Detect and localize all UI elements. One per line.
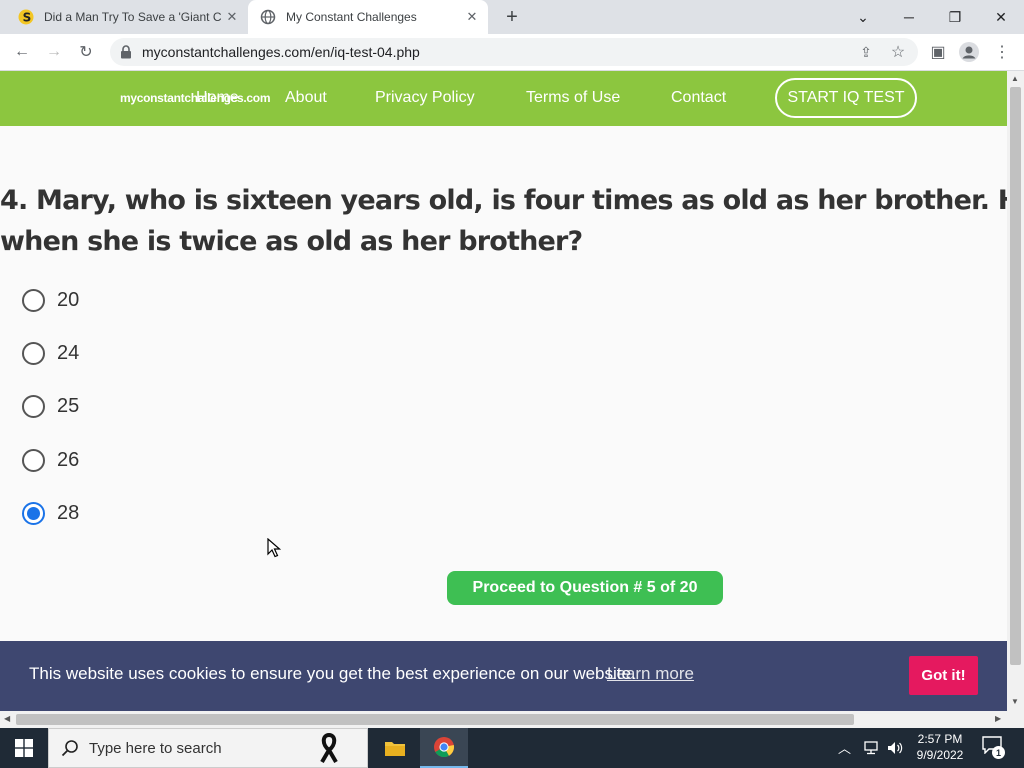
radio-button[interactable] (22, 288, 45, 312)
action-center-button[interactable]: 1 (982, 736, 1006, 760)
share-icon[interactable]: ⇪ (854, 40, 878, 64)
url-text[interactable]: myconstantchallenges.com/en/iq-test-04.p… (142, 44, 420, 60)
radio-button[interactable] (22, 341, 45, 365)
vertical-scroll-thumb[interactable] (1010, 87, 1021, 665)
windows-logo-icon (15, 739, 33, 757)
snopes-favicon-icon: S (18, 9, 34, 25)
tab-title: Did a Man Try To Save a 'Giant C (44, 10, 222, 24)
question-text: 4. Mary, who is sixteen years old, is fo… (0, 180, 1007, 262)
file-explorer-taskbar-button[interactable] (372, 728, 418, 768)
scroll-up-arrow-icon[interactable]: ▲ (1011, 74, 1019, 83)
tab-active[interactable]: My Constant Challenges ✕ (248, 0, 488, 34)
svg-text:S: S (23, 11, 32, 25)
cookie-message: This website uses cookies to ensure you … (29, 664, 636, 683)
lock-icon[interactable] (120, 45, 132, 59)
bookmark-star-icon[interactable]: ☆ (886, 40, 910, 64)
answer-label[interactable]: 25 (57, 395, 79, 418)
radio-button[interactable] (22, 394, 45, 418)
back-arrow-icon[interactable]: ← (10, 40, 34, 64)
answer-option[interactable]: 20 (22, 285, 79, 315)
answer-label[interactable]: 20 (57, 289, 79, 312)
answer-option[interactable]: 26 (22, 445, 79, 475)
nav-privacy-policy[interactable]: Privacy Policy (375, 89, 475, 107)
folder-icon (385, 742, 405, 756)
nav-about[interactable]: About (285, 89, 327, 107)
chrome-taskbar-button[interactable] (420, 728, 468, 768)
windows-start-button[interactable] (0, 728, 48, 768)
awareness-ribbon-icon[interactable] (318, 733, 340, 763)
scroll-left-arrow-icon[interactable]: ◀ (4, 714, 10, 723)
cookie-accept-button[interactable]: Got it! (909, 656, 978, 695)
close-tab-icon[interactable]: ✕ (224, 9, 240, 25)
taskbar-clock[interactable]: 2:57 PM 9/9/2022 (905, 732, 975, 762)
profile-avatar-icon[interactable] (959, 42, 979, 62)
clock-date: 9/9/2022 (916, 748, 964, 762)
clock-time: 2:57 PM (917, 732, 963, 746)
close-tab-icon[interactable]: ✕ (464, 9, 480, 25)
restore-icon[interactable]: ❐ (932, 0, 978, 34)
show-hidden-icons-chevron-icon[interactable]: ︿ (838, 738, 851, 757)
learn-more-link[interactable]: Learn more (607, 664, 694, 684)
nav-terms-of-use[interactable]: Terms of Use (526, 89, 620, 107)
globe-icon (260, 9, 276, 25)
new-tab-plus-icon[interactable]: + (500, 5, 524, 29)
answer-label[interactable]: 28 (57, 502, 79, 525)
nav-home[interactable]: Home (196, 89, 239, 107)
taskbar-search-box[interactable]: Type here to search (48, 728, 368, 768)
answer-option[interactable]: 25 (22, 391, 79, 421)
nav-contact[interactable]: Contact (671, 89, 726, 107)
start-iq-test-button[interactable]: START IQ TEST (775, 78, 917, 118)
browser-menu-icon[interactable]: ⋮ (990, 40, 1014, 64)
search-placeholder: Type here to search (89, 739, 222, 757)
forward-arrow-icon[interactable]: → (42, 40, 66, 64)
radio-button[interactable] (22, 448, 45, 472)
proceed-next-question-button[interactable]: Proceed to Question # 5 of 20 (447, 571, 723, 605)
answer-label[interactable]: 24 (57, 342, 79, 365)
search-icon (61, 740, 78, 757)
notification-count-badge: 1 (992, 746, 1005, 759)
minimize-icon[interactable]: ─ (886, 0, 932, 34)
question-line-1: 4. Mary, who is sixteen years old, is fo… (0, 185, 1007, 216)
radio-button-checked[interactable] (22, 501, 45, 525)
chrome-icon (434, 737, 455, 758)
tab-search-chevron-icon[interactable]: ⌄ (840, 0, 886, 34)
answer-label[interactable]: 26 (57, 449, 79, 472)
reload-icon[interactable]: ↻ (74, 40, 98, 64)
tab-inactive[interactable]: S Did a Man Try To Save a 'Giant C ✕ (8, 0, 248, 34)
answer-option-selected[interactable]: 28 (22, 498, 79, 528)
horizontal-scroll-thumb[interactable] (16, 714, 854, 725)
window-close-icon[interactable]: ✕ (978, 0, 1024, 34)
scroll-right-arrow-icon[interactable]: ▶ (995, 714, 1001, 723)
question-line-2: when she is twice as old as her brother? (0, 226, 583, 257)
mouse-pointer-icon (267, 538, 281, 558)
scroll-down-arrow-icon[interactable]: ▼ (1011, 697, 1019, 706)
side-panel-icon[interactable]: ▣ (926, 40, 950, 64)
network-icon[interactable] (862, 740, 880, 756)
answer-option[interactable]: 24 (22, 338, 79, 368)
volume-icon[interactable] (886, 740, 904, 756)
tab-title: My Constant Challenges (286, 10, 417, 24)
